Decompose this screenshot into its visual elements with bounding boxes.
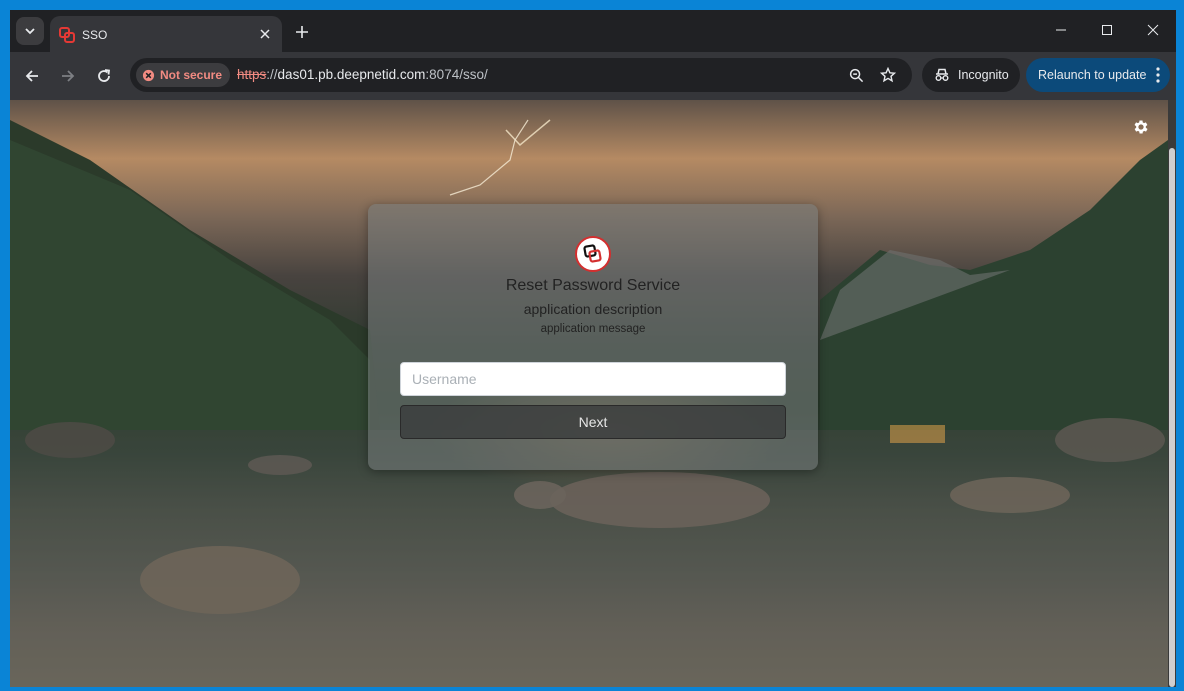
incognito-label: Incognito [958,68,1009,82]
tab-close-button[interactable] [256,25,274,43]
more-vert-icon [1156,67,1160,83]
relaunch-button[interactable]: Relaunch to update [1026,58,1170,92]
minimize-icon [1056,29,1066,31]
tab-search-button[interactable] [16,17,44,45]
maximize-icon [1102,25,1112,35]
page-background: Reset Password Service application descr… [10,100,1168,687]
browser-window: SSO Not secure https://das01.pb.deepneti… [10,10,1176,687]
browser-toolbar: Not secure https://das01.pb.deepnetid.co… [10,52,1176,100]
app-message: application message [540,323,646,335]
scrollbar[interactable] [1168,100,1176,687]
close-icon [260,29,270,39]
arrow-right-icon [62,70,75,82]
bookmark-button[interactable] [878,65,898,85]
tab-sso[interactable]: SSO [50,16,282,52]
maximize-button[interactable] [1084,10,1130,50]
settings-gear-icon[interactable] [1132,118,1150,136]
address-bar[interactable]: Not secure https://das01.pb.deepnetid.co… [130,58,912,92]
security-chip[interactable]: Not secure [136,63,231,87]
minimize-button[interactable] [1038,10,1084,50]
url-host: das01.pb.deepnetid.com [277,67,426,82]
url-text[interactable]: https://das01.pb.deepnetid.com:8074/sso/ [237,67,488,82]
url-separator: :// [266,67,278,82]
incognito-chip[interactable]: Incognito [922,58,1020,92]
zoom-button[interactable] [846,65,866,85]
close-icon [1147,24,1159,36]
sso-logo-icon [59,27,75,43]
zoom-icon [849,68,863,82]
url-path: :8074/sso/ [425,67,488,82]
chevron-down-icon [25,28,35,35]
reload-button[interactable] [90,62,118,90]
not-secure-icon [142,69,155,81]
incognito-icon [935,68,949,81]
app-description: application description [523,301,663,317]
arrow-left-icon [25,70,38,82]
new-tab-button[interactable] [290,20,314,44]
page-title: Reset Password Service [505,277,681,294]
url-scheme: https [237,67,267,82]
forward-button[interactable] [54,62,82,90]
reload-icon [98,69,111,82]
plus-icon [296,26,308,38]
title-bar: SSO [10,10,1176,52]
username-input[interactable] [400,362,786,396]
sso-logo-icon [575,236,611,272]
relaunch-label: Relaunch to update [1038,68,1147,82]
star-icon [880,67,896,83]
next-button[interactable]: Next [400,405,786,439]
security-label: Not secure [160,68,223,82]
back-button[interactable] [18,62,46,90]
scrollbar-thumb[interactable] [1169,148,1175,687]
close-window-button[interactable] [1130,10,1176,50]
tab-title: SSO [82,28,108,42]
login-card: Reset Password Service application descr… [368,204,818,470]
